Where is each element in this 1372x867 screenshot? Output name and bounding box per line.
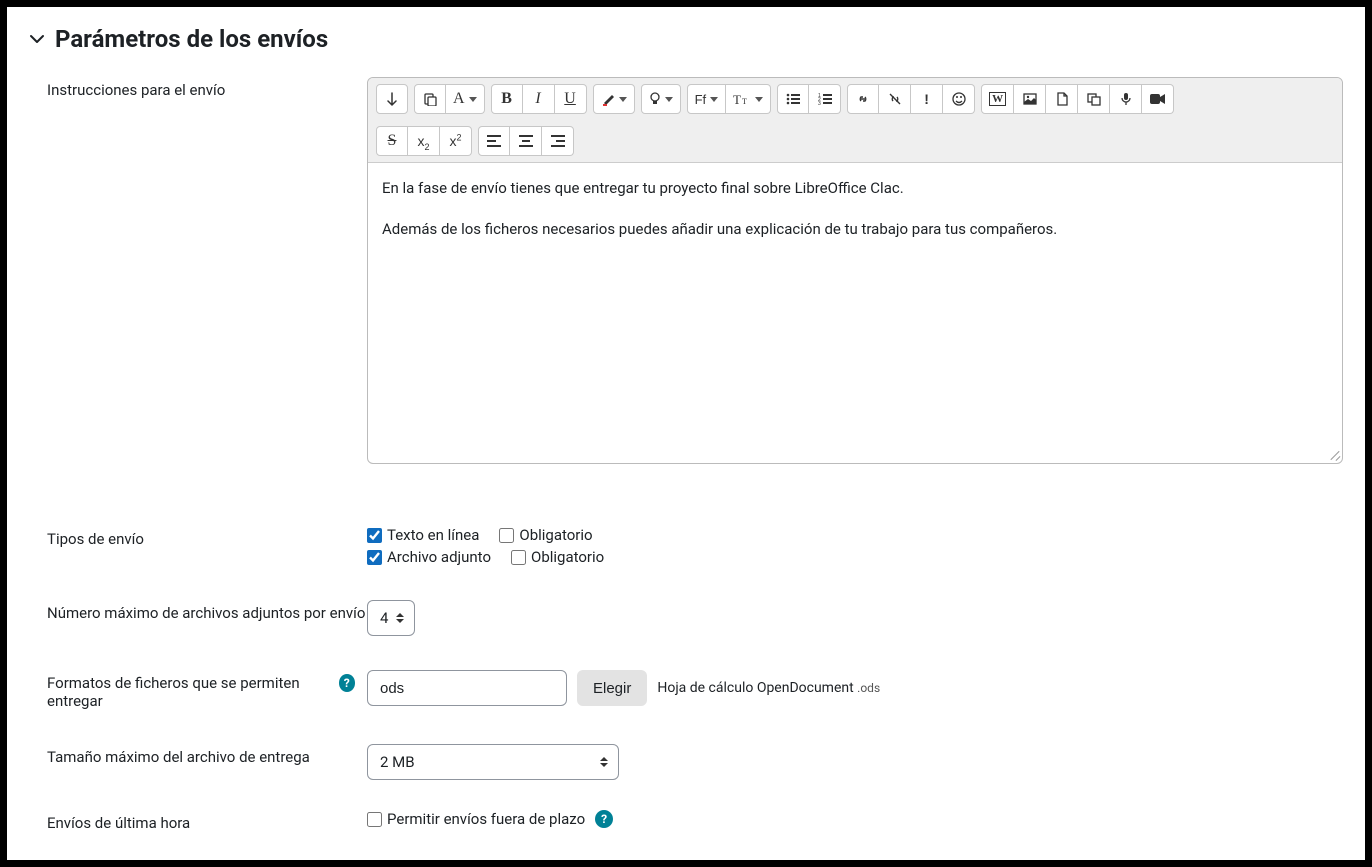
checkbox-file-required[interactable] (511, 550, 526, 565)
toolbar-unlink-button[interactable] (879, 84, 911, 114)
toolbar-font-family-button[interactable]: Ff (687, 84, 727, 114)
toolbar-bold-button[interactable]: B (491, 84, 523, 114)
toolbar-strike-button[interactable]: S (376, 126, 408, 156)
select-max-size[interactable]: 2 MB (367, 744, 619, 780)
label-max-files: Número máximo de archivos adjuntos por e… (47, 600, 367, 622)
input-allowed-formats[interactable] (367, 670, 567, 706)
toolbar-underline-button[interactable]: U (555, 84, 587, 114)
toolbar-font-size-button[interactable]: TT (726, 84, 771, 114)
toolbar-align-left-button[interactable] (478, 126, 510, 156)
toolbar-warn-button[interactable]: ! (911, 84, 943, 114)
toolbar-expand-button[interactable] (376, 84, 408, 114)
checkbox-online-text-required[interactable] (499, 528, 514, 543)
toolbar-align-center-button[interactable] (510, 126, 542, 156)
checkbox-label: Obligatorio (531, 548, 604, 566)
editor-content[interactable]: En la fase de envío tienes que entregar … (368, 163, 1342, 463)
select-value: 4 (380, 609, 388, 627)
select-max-files[interactable]: 4 (367, 600, 415, 636)
editor-toolbar: A B I U (368, 78, 1342, 163)
editor-paragraph: Además de los ficheros necesarios puedes… (382, 218, 1328, 241)
lightbulb-icon (649, 92, 661, 106)
toolbar-word-button[interactable]: W (981, 84, 1014, 114)
subscript-icon: x2 (417, 133, 429, 149)
underline-icon: U (564, 90, 576, 108)
toolbar-superscript-button[interactable]: x2 (440, 126, 472, 156)
toolbar-emoji-button[interactable] (943, 84, 975, 114)
chevron-down-icon (29, 31, 45, 47)
toolbar-align-right-button[interactable] (542, 126, 574, 156)
checkbox-label: Permitir envíos fuera de plazo (387, 810, 585, 828)
font-family-icon: Ff (695, 92, 707, 107)
bold-icon: B (501, 90, 512, 108)
toolbar-italic-button[interactable]: I (523, 84, 555, 114)
mic-icon (1120, 92, 1132, 106)
toolbar-mic-button[interactable] (1110, 84, 1142, 114)
section-title: Parámetros de los envíos (55, 25, 328, 53)
bullet-list-icon (786, 92, 800, 106)
file-icon (1056, 92, 1068, 106)
video-icon (1150, 93, 1166, 105)
svg-text:3: 3 (818, 101, 821, 106)
toolbar-paragraph-style-button[interactable]: A (446, 84, 485, 114)
checkbox-online-text[interactable] (367, 528, 382, 543)
checkbox-allow-late[interactable] (367, 812, 382, 827)
rich-text-editor: A B I U (367, 77, 1343, 464)
toolbar-bullet-list-button[interactable] (777, 84, 809, 114)
label-allowed-formats: Formatos de ficheros que se permiten ent… (47, 674, 333, 710)
choose-formats-button[interactable]: Elegir (577, 670, 647, 706)
checkbox-file-attachment[interactable] (367, 550, 382, 565)
resize-handle[interactable] (1326, 447, 1340, 461)
superscript-icon: x2 (449, 133, 461, 149)
toolbar-paste-button[interactable] (414, 84, 446, 114)
svg-text:T: T (733, 92, 741, 106)
strikethrough-icon: S (388, 132, 397, 150)
embed-icon (1087, 92, 1101, 106)
checkbox-label: Obligatorio (519, 526, 592, 544)
label-submission-types: Tipos de envío (47, 526, 367, 548)
align-right-icon (551, 135, 565, 147)
paragraph-style-icon: A (453, 90, 465, 108)
word-icon: W (989, 92, 1006, 106)
label-late-submissions: Envíos de última hora (47, 810, 367, 832)
label-instructions: Instrucciones para el envío (47, 77, 367, 99)
emoji-icon (952, 92, 966, 106)
toolbar-embed-button[interactable] (1078, 84, 1110, 114)
toolbar-image-button[interactable] (1014, 84, 1046, 114)
help-icon[interactable]: ? (595, 810, 613, 828)
align-left-icon (487, 135, 501, 147)
toolbar-hint-button[interactable] (641, 84, 681, 114)
editor-paragraph: En la fase de envío tienes que entregar … (382, 177, 1328, 200)
toolbar-video-button[interactable] (1142, 84, 1174, 114)
image-icon (1023, 92, 1037, 106)
help-icon[interactable]: ? (339, 674, 355, 692)
link-icon (856, 92, 870, 106)
align-center-icon (519, 135, 533, 147)
toolbar-file-button[interactable] (1046, 84, 1078, 114)
checkbox-label: Texto en línea (387, 526, 479, 544)
format-hint: Hoja de cálculo OpenDocument .ods (657, 680, 880, 696)
brush-icon (601, 92, 615, 106)
italic-icon: I (535, 90, 540, 108)
svg-text:T: T (742, 97, 747, 106)
numbered-list-icon: 123 (818, 92, 832, 106)
toolbar-numbered-list-button[interactable]: 123 (809, 84, 841, 114)
toolbar-subscript-button[interactable]: x2 (408, 126, 440, 156)
checkbox-label: Archivo adjunto (387, 548, 491, 566)
toolbar-link-button[interactable] (847, 84, 879, 114)
font-size-icon: TT (733, 92, 751, 106)
label-max-size: Tamaño máximo del archivo de entrega (47, 744, 367, 766)
section-toggle[interactable]: Parámetros de los envíos (29, 25, 1343, 53)
toolbar-text-color-button[interactable] (593, 84, 635, 114)
unlink-icon (888, 92, 902, 106)
select-value: 2 MB (380, 753, 415, 771)
exclamation-icon: ! (924, 91, 929, 107)
